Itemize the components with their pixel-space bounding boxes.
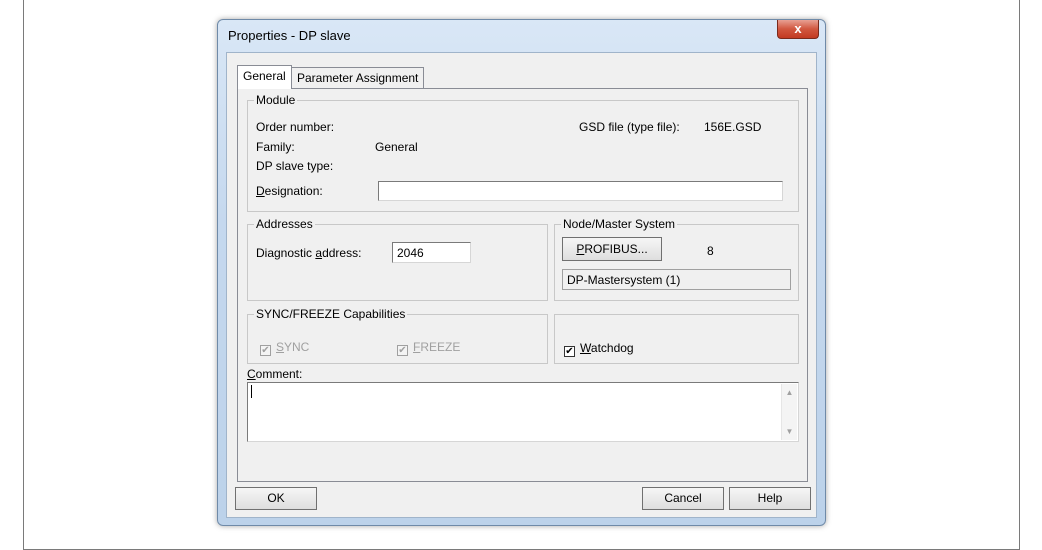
addresses-legend: Addresses <box>256 217 313 231</box>
cancel-button[interactable]: Cancel <box>642 487 724 510</box>
scroll-down-icon[interactable]: ▼ <box>782 427 797 436</box>
dialog-client-area: General Parameter Assignment Module Orde… <box>226 52 817 518</box>
scroll-up-icon[interactable]: ▲ <box>782 388 797 397</box>
designation-label: Designation: <box>256 184 323 198</box>
freeze-label: REEZE <box>420 340 461 354</box>
properties-dialog: Properties - DP slave x General Paramete… <box>217 19 826 526</box>
dialog-title: Properties - DP slave <box>228 28 351 43</box>
sync-accel: S <box>276 340 285 354</box>
text-cursor <box>251 385 252 398</box>
profibus-button[interactable]: PROFIBUS... <box>562 237 662 261</box>
master-system-field: DP-Mastersystem (1) <box>562 269 791 290</box>
family-value: General <box>375 140 418 154</box>
sync-checkbox[interactable]: ✔ SYNC <box>260 340 309 356</box>
comment-textarea[interactable]: ▲ ▼ <box>247 382 799 442</box>
page-frame-right <box>1019 0 1020 550</box>
gsd-file-label: GSD file (type file): <box>579 120 680 134</box>
comment-accel: C <box>247 367 256 381</box>
order-number-label: Order number: <box>256 120 335 134</box>
comment-scrollbar[interactable]: ▲ ▼ <box>781 384 797 440</box>
diagnostic-address-label: Diagnostic address: <box>256 246 361 260</box>
page-frame-left <box>23 0 24 550</box>
ok-button[interactable]: OK <box>235 487 317 510</box>
designation-input[interactable] <box>378 181 783 201</box>
node-number: 8 <box>707 244 714 258</box>
profibus-label: ROFIBUS... <box>584 242 648 256</box>
family-label: Family: <box>256 140 295 154</box>
freeze-check-icon: ✔ <box>397 345 408 356</box>
close-icon: x <box>794 21 802 36</box>
node-master-legend: Node/Master System <box>563 217 676 231</box>
sync-check-icon: ✔ <box>260 345 271 356</box>
watchdog-check-icon: ✔ <box>564 346 575 357</box>
module-legend: Module <box>256 93 296 107</box>
dp-slave-type-label: DP slave type: <box>256 159 334 173</box>
tab-general-label: General <box>243 69 286 83</box>
tab-parameter-assignment[interactable]: Parameter Assignment <box>291 67 425 88</box>
designation-label-accel: D <box>256 184 265 198</box>
comment-label: Comment: <box>247 367 302 381</box>
freeze-checkbox[interactable]: ✔ FREEZE <box>397 340 460 356</box>
general-tab-page: Module Order number: Family: General DP … <box>237 88 808 482</box>
designation-label-rest: esignation: <box>264 184 323 198</box>
watchdog-accel: W <box>580 341 591 355</box>
diagnostic-label-pre: Diagnostic <box>256 246 316 260</box>
gsd-file-value: 156E.GSD <box>704 120 762 134</box>
sync-freeze-legend: SYNC/FREEZE Capabilities <box>256 307 406 321</box>
tab-general[interactable]: General <box>237 65 292 89</box>
diagnostic-label-post: ddress: <box>322 246 362 260</box>
comment-label-rest: omment: <box>255 367 303 381</box>
close-button[interactable]: x <box>777 20 819 39</box>
diagnostic-address-input[interactable]: 2046 <box>392 242 471 263</box>
watchdog-label: atchdog <box>590 341 634 355</box>
sync-label: YNC <box>284 340 310 354</box>
tab-parameter-assignment-label: Parameter Assignment <box>297 71 419 85</box>
watchdog-checkbox[interactable]: ✔ Watchdog <box>564 341 634 357</box>
help-button[interactable]: Help <box>729 487 811 510</box>
